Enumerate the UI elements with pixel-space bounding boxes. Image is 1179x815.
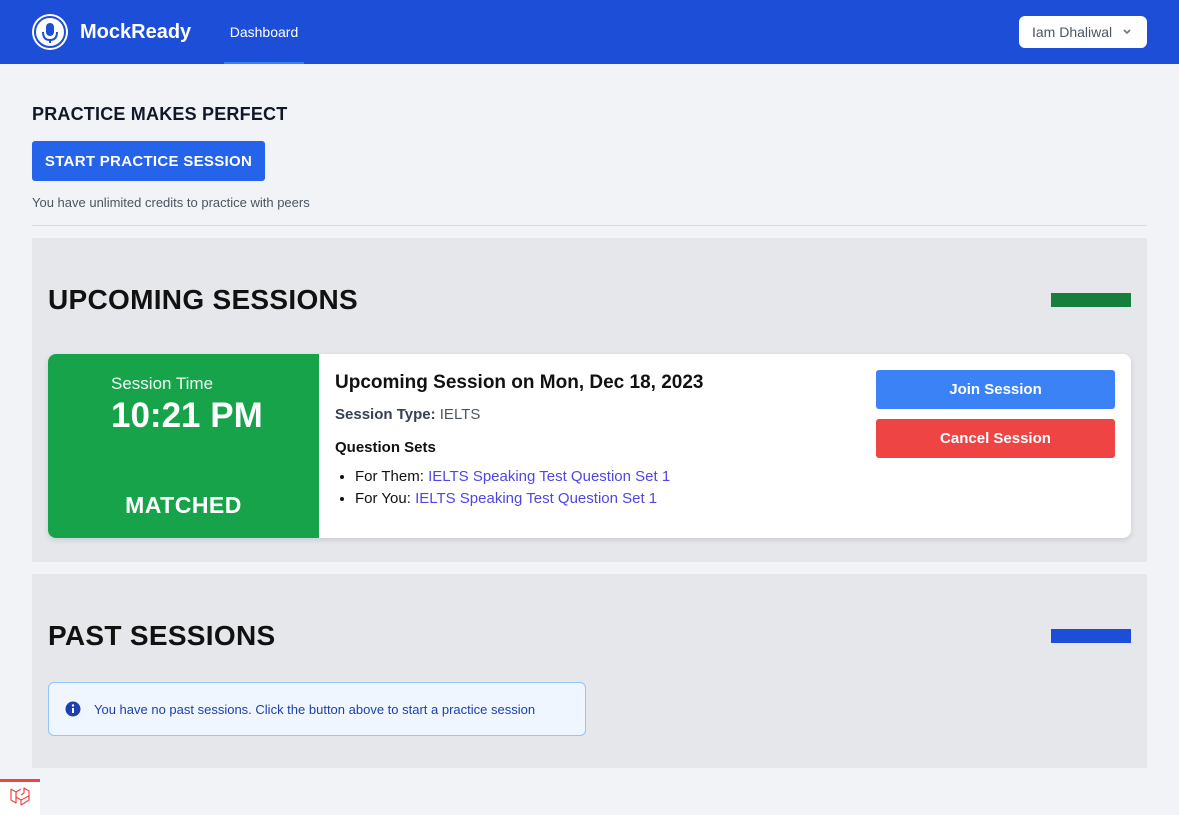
- upcoming-sessions-title: UPCOMING SESSIONS: [48, 284, 359, 315]
- credits-text: You have unlimited credits to practice w…: [32, 195, 310, 210]
- nav-link-dashboard[interactable]: Dashboard: [224, 0, 304, 64]
- cancel-session-button[interactable]: Cancel Session: [876, 419, 1115, 458]
- list-item: For You: IELTS Speaking Test Question Se…: [355, 490, 875, 507]
- session-type: Session Type: IELTS: [335, 406, 875, 423]
- session-info: Upcoming Session on Mon, Dec 18, 2023 Se…: [335, 372, 875, 512]
- laravel-icon: [9, 785, 31, 812]
- brand-name: MockReady: [80, 20, 192, 43]
- list-item: For Them: IELTS Speaking Test Question S…: [355, 468, 875, 485]
- question-set-label: For Them:: [355, 468, 424, 485]
- question-sets-heading: Question Sets: [335, 439, 436, 456]
- question-sets-list: For Them: IELTS Speaking Test Question S…: [335, 468, 875, 507]
- session-card: Session Time 10:21 PM MATCHED Upcoming S…: [48, 354, 1131, 538]
- question-set-link[interactable]: IELTS Speaking Test Question Set 1: [428, 468, 670, 485]
- session-type-label: Session Type:: [335, 406, 436, 423]
- divider: [32, 225, 1147, 226]
- alert-message: You have no past sessions. Click the but…: [94, 701, 536, 717]
- past-accent-bar: [1051, 629, 1131, 643]
- upcoming-accent-bar: [1051, 293, 1131, 307]
- session-heading: Upcoming Session on Mon, Dec 18, 2023: [335, 372, 704, 393]
- top-navbar: MockReady Dashboard Iam Dhaliwal: [0, 0, 1179, 64]
- session-time-label: Session Time: [111, 374, 214, 393]
- microphone-logo-icon: [32, 14, 68, 50]
- session-type-value: IELTS: [439, 406, 481, 423]
- start-practice-session-button[interactable]: START PRACTICE SESSION: [32, 141, 265, 181]
- past-sessions-panel: PAST SESSIONS You have no past sessions.…: [32, 574, 1147, 768]
- session-time: 10:21 PM: [111, 396, 263, 435]
- chevron-down-icon: [1121, 24, 1133, 40]
- debug-toolbar-tab[interactable]: [0, 779, 40, 815]
- question-set-label: For You:: [355, 490, 411, 507]
- match-status-badge: MATCHED: [125, 492, 242, 518]
- question-set-link[interactable]: IELTS Speaking Test Question Set 1: [415, 490, 657, 507]
- active-nav-indicator: [224, 62, 304, 64]
- brand[interactable]: MockReady: [32, 14, 191, 50]
- practice-title: PRACTICE MAKES PERFECT: [32, 104, 288, 124]
- upcoming-sessions-panel: UPCOMING SESSIONS Session Time 10:21 PM …: [32, 238, 1147, 562]
- info-icon: [65, 701, 81, 717]
- session-time-block: Session Time 10:21 PM MATCHED: [48, 354, 319, 538]
- past-sessions-title: PAST SESSIONS: [48, 620, 276, 651]
- user-name: Iam Dhaliwal: [1032, 24, 1113, 40]
- user-menu-dropdown[interactable]: Iam Dhaliwal: [1019, 16, 1147, 48]
- join-session-button[interactable]: Join Session: [876, 370, 1115, 409]
- no-past-sessions-alert: You have no past sessions. Click the but…: [48, 682, 586, 736]
